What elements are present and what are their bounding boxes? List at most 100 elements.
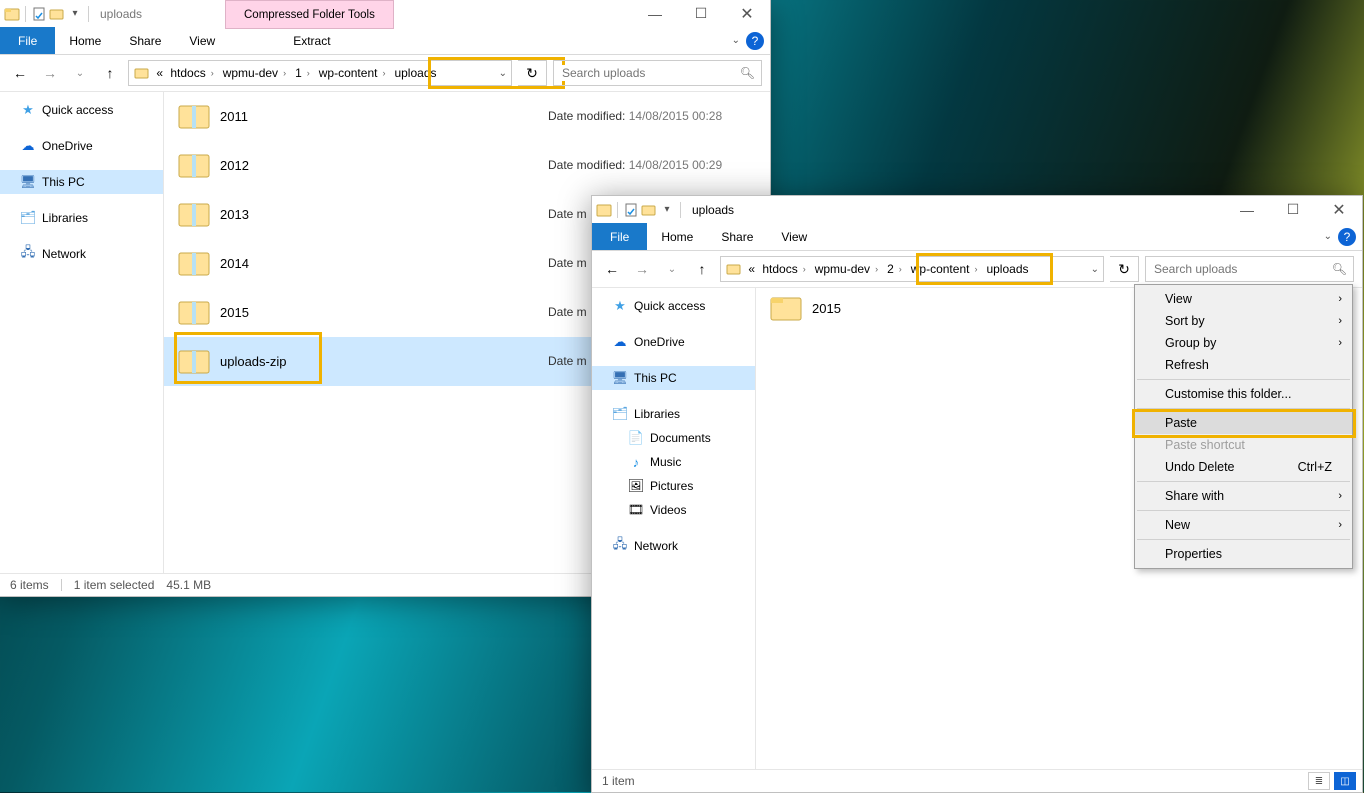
breadcrumb[interactable]: 1	[295, 66, 302, 80]
np-quick-access[interactable]: ★Quick access	[592, 294, 755, 318]
address-dropdown-icon[interactable]: ⌄	[499, 68, 507, 79]
breadcrumb[interactable]: htdocs	[170, 66, 205, 80]
status-item-count: 6 items	[10, 578, 49, 592]
title-bar: ▾ uploads — ☐ ✕	[592, 196, 1362, 223]
breadcrumb[interactable]: 2	[887, 262, 894, 276]
qa-dropdown-icon[interactable]: ▾	[659, 202, 675, 218]
breadcrumb[interactable]: wp-content	[911, 262, 970, 276]
tab-file[interactable]: File	[592, 223, 647, 250]
nav-back-button[interactable]: ←	[8, 61, 32, 85]
breadcrumb-overflow[interactable]: «	[151, 61, 168, 85]
np-onedrive[interactable]: ☁OneDrive	[592, 330, 755, 354]
breadcrumb[interactable]: wpmu-dev	[223, 66, 278, 80]
tab-share[interactable]: Share	[707, 223, 767, 250]
ctx-new[interactable]: New›	[1135, 514, 1352, 536]
qa-properties-icon[interactable]	[31, 6, 47, 22]
np-network[interactable]: 🖧Network	[0, 242, 163, 266]
qa-newfolder-icon[interactable]	[641, 202, 657, 218]
view-tiles-icon[interactable]: ◫	[1334, 772, 1356, 790]
close-button[interactable]: ✕	[724, 0, 770, 27]
chevron-right-icon: ›	[1338, 337, 1342, 349]
tab-share[interactable]: Share	[115, 27, 175, 54]
list-item[interactable]: 2011Date modified: 14/08/2015 00:28	[164, 92, 770, 141]
tab-view[interactable]: View	[175, 27, 229, 54]
np-quick-access[interactable]: ★Quick access	[0, 98, 163, 122]
tab-view[interactable]: View	[767, 223, 821, 250]
tab-home[interactable]: Home	[55, 27, 115, 54]
breadcrumb[interactable]: uploads	[986, 262, 1028, 276]
list-item[interactable]: 2012Date modified: 14/08/2015 00:29	[164, 141, 770, 190]
cloud-icon: ☁	[20, 138, 36, 154]
search-input[interactable]	[1152, 261, 1347, 277]
help-icon[interactable]: ?	[746, 32, 764, 50]
view-details-icon[interactable]: ≣	[1308, 772, 1330, 790]
search-box[interactable]: 🔍︎	[553, 60, 762, 86]
address-bar[interactable]: « htdocs› wpmu-dev› 2› wp-content› uploa…	[720, 256, 1104, 282]
ctx-customise[interactable]: Customise this folder...	[1135, 383, 1352, 405]
np-documents[interactable]: 📄Documents	[592, 426, 755, 450]
maximise-button[interactable]: ☐	[1270, 196, 1316, 223]
ctx-paste[interactable]: Paste	[1135, 412, 1352, 434]
tab-home[interactable]: Home	[647, 223, 707, 250]
breadcrumb[interactable]: uploads	[394, 66, 436, 80]
nav-forward-button[interactable]: →	[38, 61, 62, 85]
refresh-button[interactable]: ↻	[1110, 256, 1139, 282]
ctx-sort-by[interactable]: Sort by›	[1135, 310, 1352, 332]
chevron-right-icon: ›	[1338, 293, 1342, 305]
tab-extract[interactable]: Extract	[279, 27, 344, 54]
folder-icon	[768, 290, 804, 326]
maximise-button[interactable]: ☐	[678, 0, 724, 27]
np-videos[interactable]: 🎞Videos	[592, 498, 755, 522]
search-icon: 🔍︎	[1332, 262, 1347, 276]
tab-file[interactable]: File	[0, 27, 55, 54]
breadcrumb[interactable]: wp-content	[319, 66, 378, 80]
zip-folder-icon	[176, 196, 212, 232]
ctx-view[interactable]: View›	[1135, 288, 1352, 310]
help-icon[interactable]: ?	[1338, 228, 1356, 246]
address-bar-row: ← → ⌄ ↑ « htdocs› wpmu-dev› 2› wp-conten…	[592, 251, 1362, 288]
np-this-pc[interactable]: 🖥This PC	[592, 366, 755, 390]
close-button[interactable]: ✕	[1316, 196, 1362, 223]
ctx-properties[interactable]: Properties	[1135, 543, 1352, 565]
nav-back-button[interactable]: ←	[600, 257, 624, 281]
breadcrumb[interactable]: wpmu-dev	[815, 262, 870, 276]
qa-newfolder-icon[interactable]	[49, 6, 65, 22]
np-onedrive[interactable]: ☁OneDrive	[0, 134, 163, 158]
ctx-undo-delete[interactable]: Undo DeleteCtrl+Z	[1135, 456, 1352, 478]
search-input[interactable]	[560, 65, 755, 81]
chevron-right-icon: ›	[1338, 490, 1342, 502]
address-bar[interactable]: « htdocs› wpmu-dev› 1› wp-content› uploa…	[128, 60, 512, 86]
nav-up-button[interactable]: ↑	[98, 61, 122, 85]
navigation-pane: ★Quick access ☁OneDrive 🖥This PC 🗂Librar…	[592, 288, 756, 769]
pc-icon: 🖥	[612, 370, 628, 386]
np-libraries[interactable]: 🗂Libraries	[592, 402, 755, 426]
ctx-refresh[interactable]: Refresh	[1135, 354, 1352, 376]
ctx-share-with[interactable]: Share with›	[1135, 485, 1352, 507]
search-box[interactable]: 🔍︎	[1145, 256, 1354, 282]
breadcrumb-overflow[interactable]: «	[743, 257, 760, 281]
ribbon-expand-icon[interactable]: ⌄	[732, 35, 740, 46]
minimise-button[interactable]: —	[632, 0, 678, 27]
documents-icon: 📄	[628, 430, 644, 446]
address-dropdown-icon[interactable]: ⌄	[1091, 264, 1099, 275]
np-pictures[interactable]: 🖼Pictures	[592, 474, 755, 498]
nav-recent-dropdown[interactable]: ⌄	[68, 61, 92, 85]
refresh-button[interactable]: ↻	[518, 60, 547, 86]
address-bar-row: ← → ⌄ ↑ « htdocs› wpmu-dev› 1› wp-conten…	[0, 55, 770, 92]
nav-forward-button[interactable]: →	[630, 257, 654, 281]
np-libraries[interactable]: 🗂Libraries	[0, 206, 163, 230]
qa-dropdown-icon[interactable]: ▾	[67, 6, 83, 22]
nav-recent-dropdown[interactable]: ⌄	[660, 257, 684, 281]
ribbon-tabs: File Home Share View Extract ⌄ ?	[0, 27, 770, 55]
nav-up-button[interactable]: ↑	[690, 257, 714, 281]
ctx-group-by[interactable]: Group by›	[1135, 332, 1352, 354]
window-title: uploads	[684, 203, 734, 217]
ribbon-expand-icon[interactable]: ⌄	[1324, 231, 1332, 242]
np-music[interactable]: ♪Music	[592, 450, 755, 474]
contextual-tool-tab[interactable]: Compressed Folder Tools	[225, 0, 394, 29]
minimise-button[interactable]: —	[1224, 196, 1270, 223]
np-network[interactable]: 🖧Network	[592, 534, 755, 558]
qa-properties-icon[interactable]	[623, 202, 639, 218]
breadcrumb[interactable]: htdocs	[762, 262, 797, 276]
np-this-pc[interactable]: 🖥This PC	[0, 170, 163, 194]
